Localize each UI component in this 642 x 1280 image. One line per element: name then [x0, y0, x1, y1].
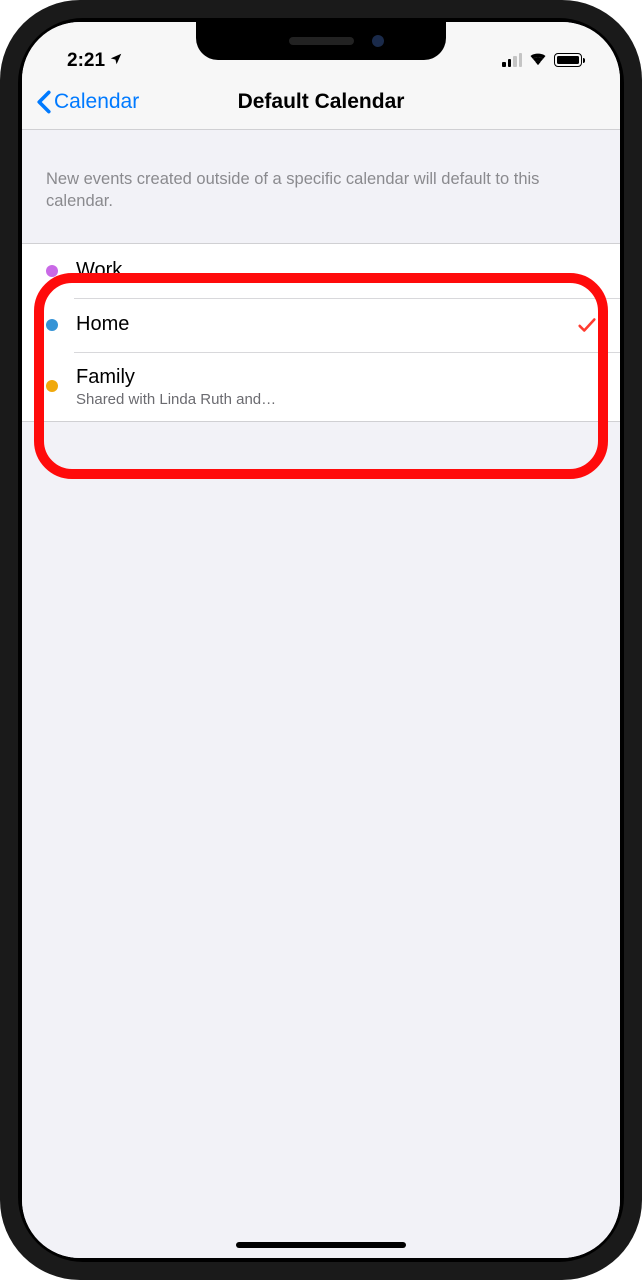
calendar-color-dot — [46, 265, 58, 277]
cellular-signal-icon — [502, 53, 522, 67]
calendar-row-family[interactable]: Family Shared with Linda Ruth and… — [22, 352, 620, 421]
location-arrow-icon — [109, 50, 123, 72]
calendar-color-dot — [46, 380, 58, 392]
calendar-label: Work — [76, 258, 598, 283]
row-text: Work — [76, 258, 598, 283]
battery-icon — [554, 53, 585, 67]
back-button[interactable]: Calendar — [36, 90, 139, 114]
calendar-list: Work Home Family Shar — [22, 243, 620, 422]
section-description: New events created outside of a specific… — [22, 130, 620, 225]
screen: 2:21 — [22, 22, 620, 1258]
calendar-label: Home — [76, 312, 576, 337]
nav-bar: Calendar Default Calendar — [22, 74, 620, 130]
calendar-label: Family — [76, 365, 598, 390]
home-indicator[interactable] — [236, 1242, 406, 1248]
row-text: Family Shared with Linda Ruth and… — [76, 365, 598, 408]
status-left: 2:21 — [67, 50, 123, 72]
page-title: Default Calendar — [238, 90, 405, 114]
calendar-subtext: Shared with Linda Ruth and… — [76, 391, 598, 408]
calendar-row-work[interactable]: Work — [22, 244, 620, 298]
phone-frame: 2:21 — [0, 0, 642, 1280]
back-label: Calendar — [54, 90, 139, 114]
status-time: 2:21 — [67, 50, 105, 72]
status-right — [502, 50, 585, 72]
calendar-color-dot — [46, 319, 58, 331]
row-text: Home — [76, 312, 576, 337]
content-area: New events created outside of a specific… — [22, 130, 620, 1258]
front-camera — [372, 35, 384, 47]
phone-bezel: 2:21 — [18, 18, 624, 1262]
checkmark-icon — [576, 314, 598, 336]
calendar-row-home[interactable]: Home — [22, 298, 620, 352]
speaker-grille — [289, 37, 354, 45]
wifi-icon — [528, 50, 548, 70]
chevron-left-icon — [36, 90, 52, 114]
notch — [196, 22, 446, 60]
